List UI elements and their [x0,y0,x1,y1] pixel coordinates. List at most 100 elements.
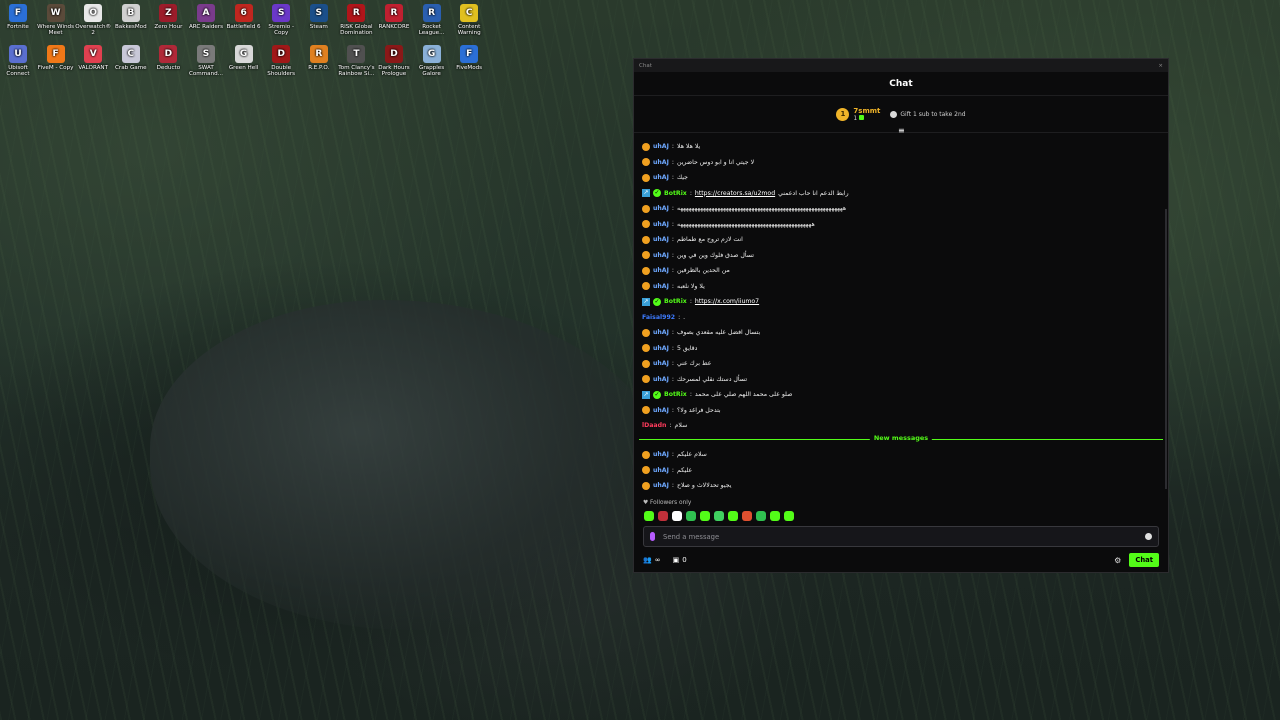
desktop-icon[interactable]: C Crab Game [112,45,150,71]
viewers-group[interactable]: 👥 ∞ [643,556,661,564]
chat-username[interactable]: uhAJ [653,283,669,290]
emote-icon[interactable] [742,511,752,521]
emote-icon[interactable] [714,511,724,521]
chat-username[interactable]: uhAJ [653,376,669,383]
chat-text: انت لازم تروح مع طماطم [677,236,743,244]
username-separator: : [671,466,674,474]
emote-icon[interactable] [672,511,682,521]
chat-username[interactable]: uhAJ [653,159,669,166]
app-icon: F [9,4,27,22]
desktop-icon-label: RISK Global Domination [340,24,373,37]
desktop-icon[interactable]: R Rocket League... [413,4,451,37]
desktop-icon[interactable]: B BakkesMod [112,4,150,30]
app-icon: B [121,4,140,22]
desktop-icon[interactable]: S Steam [300,4,338,30]
desktop-icon[interactable]: Z Zero Hour [149,4,187,30]
chat-username[interactable]: uhAJ [653,360,669,367]
username-separator: : [671,158,674,166]
desktop-icon[interactable]: T Tom Clancy's Rainbow Si... [337,45,375,78]
desktop-icon[interactable]: S SWAT Command... [187,45,225,78]
viewers-label: ∞ [654,556,661,564]
gear-icon[interactable]: ⚙ [1114,556,1121,565]
collapse-icon[interactable]: ≡ [898,126,905,135]
mic-icon[interactable] [650,532,655,541]
desktop-icon[interactable]: D Double Shoulders [262,45,300,78]
gifter-count: 1 [853,114,880,122]
chat-username[interactable]: BotRix [664,391,687,398]
chat-username[interactable]: BotRix [664,190,687,197]
emoji-icon[interactable] [1145,533,1152,540]
emote-icon[interactable] [756,511,766,521]
chat-username[interactable]: uhAJ [653,143,669,150]
chat-username[interactable]: uhAJ [653,252,669,259]
emote-icon[interactable] [700,511,710,521]
desktop-icon[interactable]: F FiveM - Copy [37,45,75,71]
desktop-icon-label: Content Warning [457,24,481,37]
desktop-icon[interactable]: G Green Hell [225,45,263,71]
chat-username[interactable]: uhAJ [653,451,669,458]
emote-icon[interactable] [658,511,668,521]
chat-username[interactable]: BotRix [664,298,687,305]
chat-username[interactable]: uhAJ [653,345,669,352]
sub-badge-icon [642,406,650,415]
desktop-icon[interactable]: D Deducto [149,45,187,71]
desktop-icon[interactable]: R R.E.P.O. [300,45,338,71]
chat-username[interactable]: uhAJ [653,221,669,228]
chat-username[interactable]: lDaadn [642,422,666,429]
message-input[interactable] [663,532,1137,541]
emote-icon[interactable] [644,511,654,521]
desktop-icon[interactable]: S Stremio - Copy [262,4,300,37]
sub-badge-icon [642,344,650,353]
desktop-icon[interactable]: D Dark Hours Prologue [375,45,413,78]
chat-scrollbar[interactable] [1165,209,1167,489]
emote-icon[interactable] [770,511,780,521]
points-group[interactable]: ▣ 0 [673,556,687,564]
desktop-icon-label: BakkesMod [114,24,147,30]
desktop-icon-label: Overwatch® 2 [75,24,112,37]
close-icon[interactable]: × [1158,63,1163,69]
desktop-icon[interactable]: V VALORANT [74,45,112,71]
window-titlebar[interactable]: Chat × [634,59,1168,72]
chat-username[interactable]: uhAJ [653,482,669,489]
chat-window: Chat × Chat 1 7smmt 1 Gift 1 sub to take… [633,58,1169,573]
emote-icon[interactable] [728,511,738,521]
chat-text: يجيو تحدلالاث و صلاح [677,482,732,490]
chat-message: uhAJ: تسأل صدق فلوك وين في وين [642,248,1160,264]
gift-sub-cta[interactable]: Gift 1 sub to take 2nd [890,110,966,118]
desktop-icon[interactable]: 6 Battlefield 6 [225,4,263,30]
desktop-icon[interactable]: A ARC Raiders [187,4,225,30]
desktop-icon-label: Tom Clancy's Rainbow Si... [338,65,375,78]
chat-username[interactable]: uhAJ [653,205,669,212]
desktop-icon[interactable]: F FiveMods [450,45,488,71]
chat-username[interactable]: uhAJ [653,407,669,414]
chat-username[interactable]: uhAJ [653,236,669,243]
chat-message: ↗ ✓ BotRix: https://creators.sa/u2mod رابط ا… [642,186,1160,202]
desktop-icon[interactable]: C Content Warning [450,4,488,37]
app-icon: D [272,45,291,63]
desktop-icon[interactable]: U Ubisoft Connect [0,45,37,78]
top-gifter[interactable]: 1 7smmt 1 [836,107,880,122]
desktop-icon[interactable]: F Fortnite [0,4,37,30]
chat-username[interactable]: uhAJ [653,174,669,181]
desktop-icon[interactable]: O Overwatch® 2 [74,4,112,37]
chat-link[interactable]: https://creators.sa/u2mod [695,190,775,197]
chat-send-button[interactable]: Chat [1129,553,1159,567]
chat-text: عط برك عني [677,360,712,368]
emote-icon[interactable] [686,511,696,521]
emote-icon[interactable] [784,511,794,521]
sub-badge-icon [642,375,650,384]
desktop-icon-label: VALORANT [78,65,109,71]
chat-username[interactable]: uhAJ [653,467,669,474]
desktop-icon[interactable]: R RISK Global Domination [337,4,375,37]
chat-message: uhAJ: انت لازم تروح مع طماطم [642,232,1160,248]
chat-username[interactable]: uhAJ [653,329,669,336]
chat-text: سلام [674,422,688,430]
app-icon: 6 [234,4,253,22]
desktop-icon[interactable]: W Where Winds Meet [37,4,75,37]
desktop-icon[interactable]: G Grapples Galore [413,45,451,78]
desktop-icon[interactable]: R RANKCORE [375,4,413,30]
chat-username[interactable]: Faisal992 [642,314,675,321]
chat-link[interactable]: https://x.com/iiumo7 [695,298,759,305]
sub-badge-icon [642,158,650,167]
chat-username[interactable]: uhAJ [653,267,669,274]
